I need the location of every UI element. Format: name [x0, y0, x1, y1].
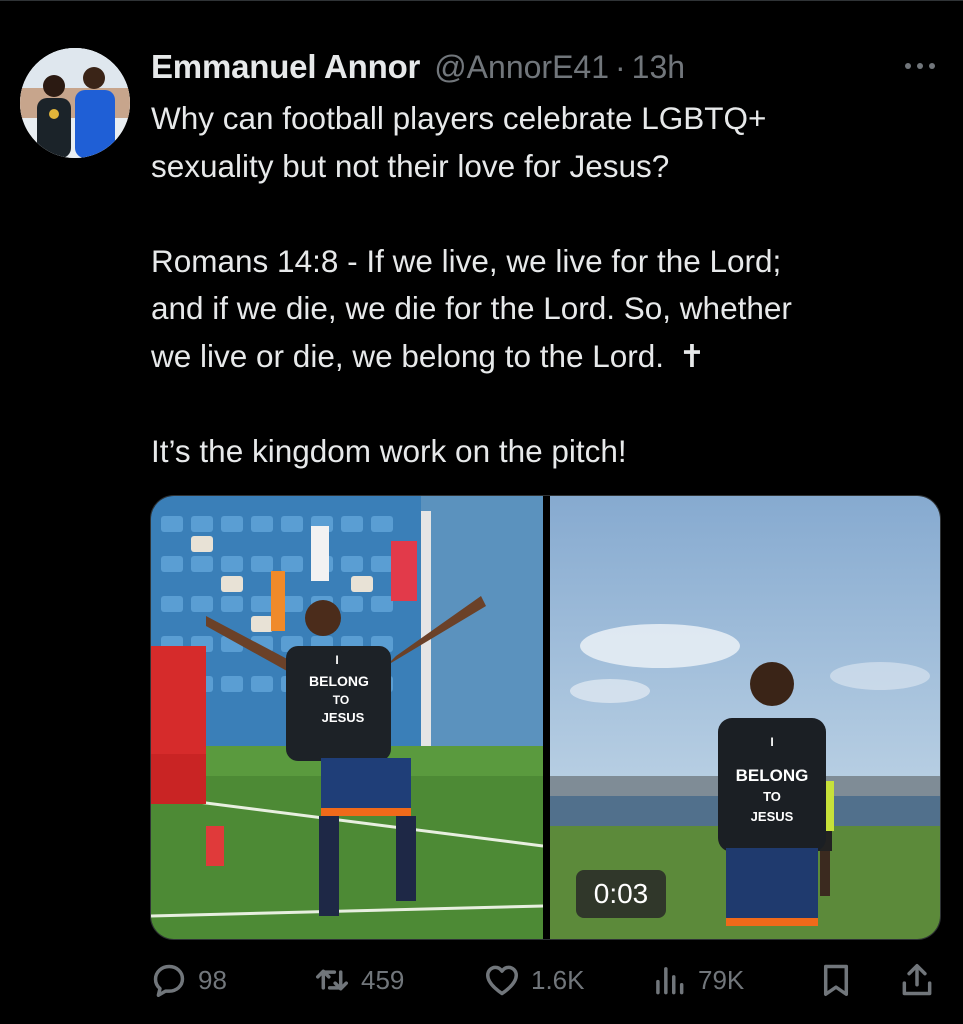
more-dot: [905, 63, 911, 69]
text-line: and if we die, we die for the Lord. So, …: [151, 290, 792, 326]
reply-button[interactable]: 98: [150, 955, 227, 1005]
shirt-text-line: I: [770, 735, 773, 749]
tweet-text: Why can football players celebrate LGBTQ…: [151, 95, 931, 475]
reply-count: 98: [198, 964, 227, 995]
timestamp[interactable]: 13h: [632, 49, 685, 86]
shirt-text-line: BELONG: [736, 766, 809, 785]
views-icon: [650, 961, 688, 999]
shirt-text-line: I: [335, 653, 338, 667]
author-name[interactable]: Emmanuel Annor: [151, 48, 420, 86]
reply-icon: [150, 961, 188, 999]
bookmark-button[interactable]: [817, 955, 855, 1005]
like-button[interactable]: 1.6K: [483, 955, 585, 1005]
shirt-text-line: JESUS: [751, 809, 794, 824]
tweet-actions: 98 459 1.6K 79K: [150, 955, 940, 1005]
media-grid: I BELONG TO JESUS I BELONG TO JESUS 0:03: [150, 495, 941, 940]
like-icon: [483, 961, 521, 999]
shirt-text-line: TO: [333, 693, 349, 707]
tweet-header: Emmanuel Annor @AnnorE41 · 13h: [151, 44, 685, 90]
top-divider: [0, 0, 963, 1]
text-line: Why can football players celebrate LGBTQ…: [151, 100, 767, 136]
bookmark-icon: [817, 961, 855, 999]
repost-count: 459: [361, 964, 405, 995]
text-line: Romans 14:8 - If we live, we live for th…: [151, 242, 782, 279]
repost-button[interactable]: 459: [313, 955, 404, 1005]
video-duration: 0:03: [576, 870, 666, 918]
separator-dot: ·: [615, 48, 626, 85]
more-dot: [929, 63, 935, 69]
more-icon[interactable]: [898, 54, 942, 78]
text-line: sexuality but not their love for Jesus?: [151, 147, 670, 184]
like-count: 1.6K: [531, 964, 585, 995]
shirt-text-line: JESUS: [322, 710, 365, 725]
views-count: 79K: [698, 964, 745, 995]
share-icon: [898, 961, 936, 999]
repost-icon: [313, 961, 351, 999]
more-dot: [917, 63, 923, 69]
text-line-with-emoji: we live or die, we belong to the Lord. ✝: [151, 333, 931, 381]
shirt-text-line: TO: [763, 789, 781, 804]
avatar[interactable]: [20, 48, 130, 158]
text-line: It’s the kingdom work on the pitch!: [151, 432, 627, 469]
photo-celebration[interactable]: I BELONG TO JESUS: [151, 496, 543, 939]
shirt-text-line: BELONG: [309, 673, 369, 689]
media-divider: [543, 496, 550, 939]
tweet[interactable]: Emmanuel Annor @AnnorE41 · 13h Why can f…: [0, 0, 963, 1024]
text-line: we live or die, we belong to the Lord.: [151, 337, 665, 374]
share-button[interactable]: [898, 955, 936, 1005]
author-handle[interactable]: @AnnorE41: [434, 49, 609, 86]
cross-emoji: ✝: [678, 337, 706, 374]
views-button[interactable]: 79K: [650, 955, 744, 1005]
